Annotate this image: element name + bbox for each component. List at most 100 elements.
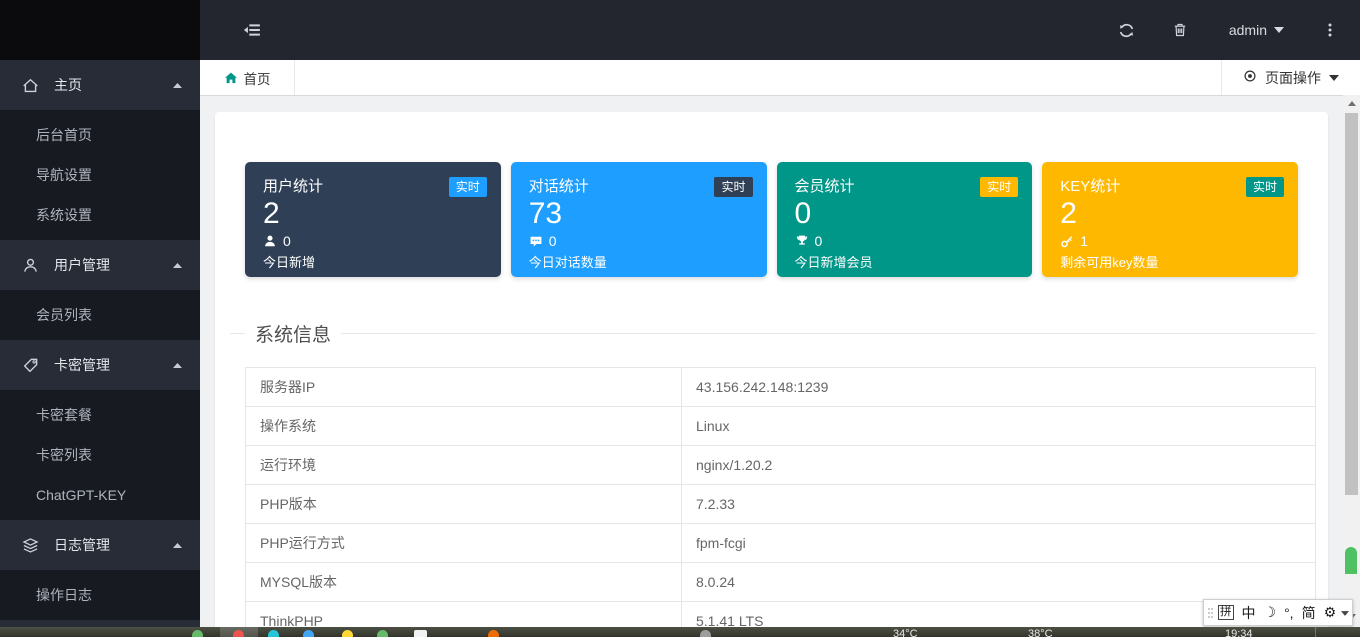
trophy-icon	[795, 234, 809, 248]
sidebar-submenu: 卡密套餐卡密列表ChatGPT-KEY	[0, 390, 200, 520]
page-actions-label: 页面操作	[1265, 68, 1321, 88]
refresh-icon[interactable]	[1118, 22, 1135, 39]
clear-cache-trash-icon[interactable]	[1172, 22, 1189, 39]
taskbar-app-icon[interactable]	[233, 630, 244, 637]
stat-card-value: 2	[1060, 197, 1280, 230]
layers-icon	[22, 537, 39, 554]
content-panel: 用户统计实时20今日新增对话统计实时730今日对话数量会员统计实时00今日新增会…	[215, 112, 1328, 637]
topbar-actions: admin	[1081, 22, 1338, 39]
sidebar-fold-icon[interactable]	[243, 21, 261, 39]
sidebar-submenu: 后台首页导航设置系统设置	[0, 110, 200, 240]
chevron-down-icon	[1274, 27, 1284, 33]
realtime-badge: 实时	[1246, 177, 1284, 197]
system-info-table: 服务器IP43.156.242.148:1239操作系统Linux运行环境ngi…	[245, 367, 1316, 637]
sidebar-sub-item[interactable]: 操作日志	[0, 575, 200, 615]
more-options-icon[interactable]	[1321, 22, 1338, 39]
home-icon	[224, 71, 238, 85]
tab-home-label: 首页	[244, 68, 271, 88]
stat-card: 用户统计实时20今日新增	[245, 162, 501, 277]
taskbar-app-icon[interactable]	[414, 630, 427, 637]
scroll-indicator	[1345, 547, 1357, 607]
sidebar-sub-item[interactable]: ChatGPT-KEY	[0, 475, 200, 515]
ime-fullwidth-icon[interactable]: ☽	[1260, 604, 1281, 621]
taskbar-app-icon[interactable]	[268, 630, 279, 637]
system-info-fieldset: 系统信息	[230, 333, 1316, 334]
stat-card: KEY统计实时21剩余可用key数量	[1042, 162, 1298, 277]
sidebar: 主页后台首页导航设置系统设置用户管理会员列表卡密管理卡密套餐卡密列表ChatGP…	[0, 60, 200, 627]
info-key: 运行环境	[246, 446, 682, 485]
sidebar-sub-item[interactable]: 导航设置	[0, 155, 200, 195]
windows-taskbar[interactable]: 34°C 38°C 19:34	[0, 627, 1360, 637]
ime-chevron-down-icon[interactable]	[1341, 611, 1349, 616]
sidebar-parent-item[interactable]: 主页	[0, 60, 200, 110]
sidebar-parent-label: 日志管理	[54, 535, 173, 555]
ime-pinyin-mode[interactable]: 拼	[1218, 605, 1234, 620]
comment-icon	[529, 234, 543, 248]
tab-home[interactable]: 首页	[200, 60, 295, 95]
section-title: 系统信息	[245, 320, 341, 347]
stat-cards-row: 用户统计实时20今日新增对话统计实时730今日对话数量会员统计实时00今日新增会…	[245, 162, 1298, 277]
taskbar-app-icon[interactable]	[488, 630, 499, 637]
taskbar-app-icon[interactable]	[303, 630, 314, 637]
target-icon	[1243, 69, 1257, 86]
taskbar-app-icon[interactable]	[377, 630, 388, 637]
sidebar-parent-label: 卡密管理	[54, 355, 173, 375]
ime-settings-gear-icon[interactable]: ⚙	[1320, 604, 1341, 621]
main-content: 用户统计实时20今日新增对话统计实时730今日对话数量会员统计实时00今日新增会…	[200, 96, 1343, 627]
stat-card-label: 今日对话数量	[529, 252, 749, 271]
info-key: 操作系统	[246, 407, 682, 446]
sidebar-parent-label: 用户管理	[54, 255, 173, 275]
logo-area	[0, 0, 200, 60]
stat-card-label: 剩余可用key数量	[1060, 252, 1280, 271]
sidebar-sub-item[interactable]: 后台首页	[0, 115, 200, 155]
sidebar-submenu: 操作日志	[0, 570, 200, 620]
ime-toolbar[interactable]: 拼中☽°,简⚙	[1203, 599, 1353, 626]
taskbar-temperature: 38°C	[1028, 628, 1053, 637]
ime-chinese-mode[interactable]: 中	[1238, 603, 1260, 623]
stat-card: 对话统计实时730今日对话数量	[511, 162, 767, 277]
sidebar-sub-item[interactable]: 会员列表	[0, 295, 200, 335]
sidebar-parent-label: 主页	[54, 75, 173, 95]
taskbar-app-icon[interactable]	[700, 630, 711, 637]
stat-card-subvalue: 1	[1080, 233, 1088, 249]
taskbar-app-icon[interactable]	[342, 630, 353, 637]
info-value: 7.2.33	[682, 485, 1316, 524]
info-key: PHP运行方式	[246, 524, 682, 563]
info-key: 服务器IP	[246, 368, 682, 407]
taskbar-clock: 19:34	[1225, 628, 1253, 637]
person-solid-icon	[263, 234, 277, 248]
table-row: PHP运行方式fpm-fcgi	[246, 524, 1316, 563]
ime-drag-handle-icon[interactable]	[1207, 604, 1214, 622]
sidebar-sub-item[interactable]: 卡密列表	[0, 435, 200, 475]
info-key: MYSQL版本	[246, 563, 682, 602]
user-icon	[22, 257, 39, 274]
sidebar-submenu: 会员列表	[0, 290, 200, 340]
app: 主页后台首页导航设置系统设置用户管理会员列表卡密管理卡密套餐卡密列表ChatGP…	[0, 0, 1360, 637]
stat-card-subvalue: 0	[283, 233, 291, 249]
sidebar-sub-item[interactable]: 系统设置	[0, 195, 200, 235]
tag-icon	[22, 357, 39, 374]
username: admin	[1229, 22, 1267, 38]
vertical-scrollbar[interactable]	[1343, 95, 1360, 627]
sidebar-parent-item[interactable]: 日志管理	[0, 520, 200, 570]
table-row: PHP版本7.2.33	[246, 485, 1316, 524]
page-actions-dropdown[interactable]: 页面操作	[1221, 60, 1360, 95]
scrollbar-thumb[interactable]	[1345, 113, 1358, 495]
table-row: 操作系统Linux	[246, 407, 1316, 446]
stat-card-value: 2	[263, 197, 483, 230]
info-key: PHP版本	[246, 485, 682, 524]
taskbar-app-icon[interactable]	[192, 630, 203, 637]
realtime-badge: 实时	[449, 177, 487, 197]
sidebar-parent-item[interactable]: 用户管理	[0, 240, 200, 290]
ime-simplified-mode[interactable]: 简	[1298, 603, 1320, 623]
sidebar-sub-item[interactable]: 卡密套餐	[0, 395, 200, 435]
stat-card-label: 今日新增会员	[795, 252, 1015, 271]
realtime-badge: 实时	[980, 177, 1018, 197]
stat-card-label: 今日新增	[263, 252, 483, 271]
ime-punctuation-icon[interactable]: °,	[1280, 605, 1298, 621]
user-dropdown[interactable]: admin	[1229, 22, 1284, 38]
chevron-up-icon	[173, 83, 182, 88]
stat-card-subvalue: 0	[815, 233, 823, 249]
scroll-up-arrow-icon[interactable]	[1343, 95, 1360, 112]
sidebar-parent-item[interactable]: 卡密管理	[0, 340, 200, 390]
